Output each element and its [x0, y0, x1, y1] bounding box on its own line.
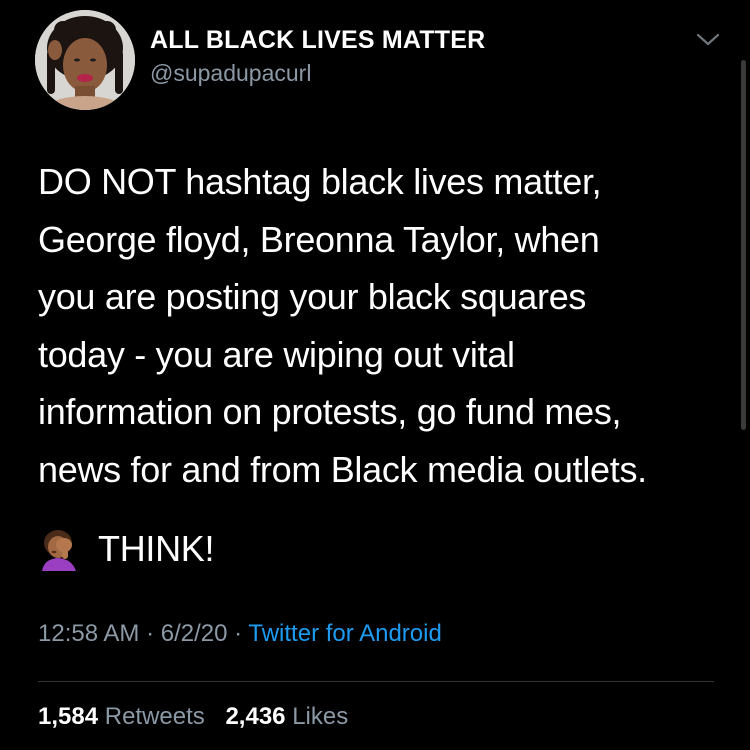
retweets-stat[interactable]: 1,584 Retweets	[38, 703, 205, 730]
avatar-photo	[35, 10, 135, 110]
tweet-metadata: 12:58 AM · 6/2/20 · Twitter for Android	[38, 620, 442, 648]
tweet-time[interactable]: 12:58 AM	[38, 620, 139, 647]
scrollbar[interactable]	[741, 60, 746, 430]
meta-separator: ·	[146, 620, 155, 647]
display-name[interactable]: ALL BLACK LIVES MATTER	[150, 26, 485, 55]
think-text: THINK!	[98, 527, 215, 569]
tweet-stats: 1,584 Retweets 2,436 Likes	[38, 703, 362, 731]
divider	[38, 681, 714, 682]
person-facepalming-icon	[42, 529, 76, 571]
avatar[interactable]	[35, 10, 135, 110]
tweet-body: DO NOT hashtag black lives matter, Georg…	[38, 161, 647, 490]
tweet-card: ALL BLACK LIVES MATTER @supadupacurl DO …	[0, 0, 750, 750]
tweet-date[interactable]: 6/2/20	[161, 620, 228, 647]
retweets-label: Retweets	[104, 703, 205, 730]
likes-count: 2,436	[225, 703, 286, 730]
tweet-body-emphasis: THINK!	[38, 520, 215, 577]
meta-separator: ·	[234, 620, 243, 647]
likes-label: Likes	[292, 703, 349, 730]
retweets-count: 1,584	[38, 703, 99, 730]
likes-stat[interactable]: 2,436 Likes	[225, 703, 348, 730]
user-handle[interactable]: @supadupacurl	[150, 60, 311, 87]
chevron-down-icon[interactable]	[696, 32, 720, 48]
tweet-source-link[interactable]: Twitter for Android	[248, 620, 441, 647]
